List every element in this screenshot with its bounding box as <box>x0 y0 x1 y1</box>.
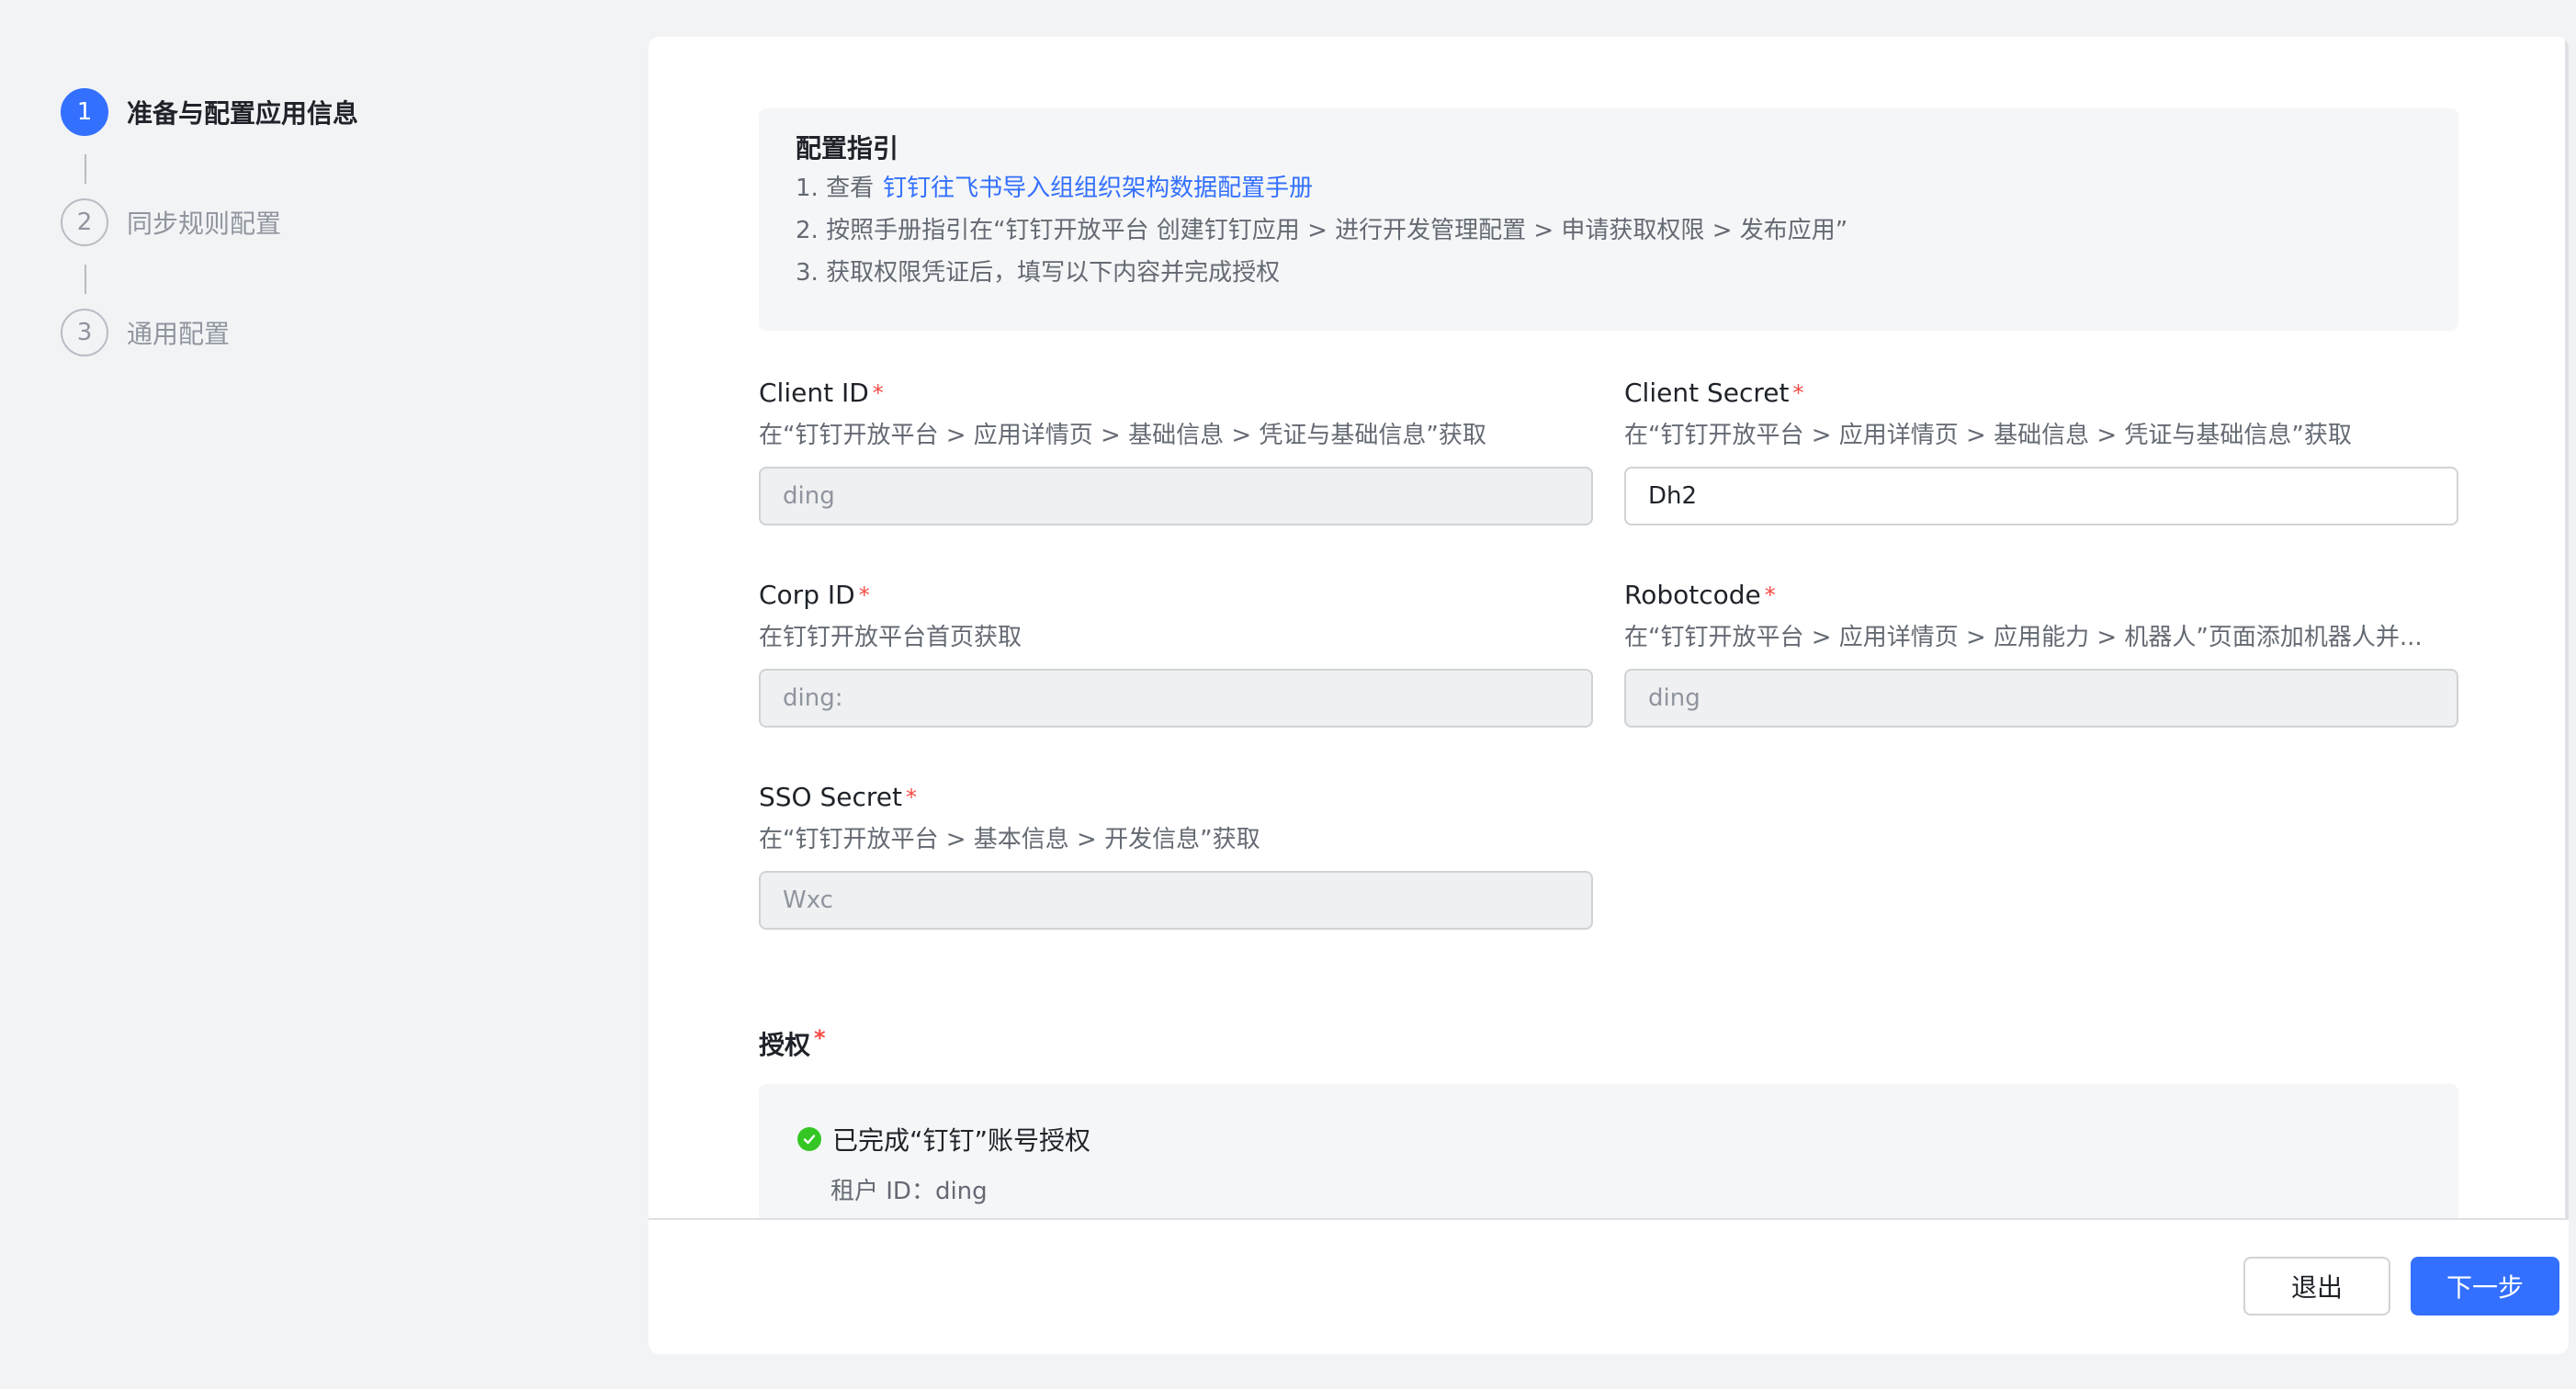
corp-id-input[interactable] <box>759 669 1593 728</box>
step-connector <box>85 154 86 184</box>
step-2-number: 2 <box>61 198 108 246</box>
auth-status: 已完成“钉钉”账号授权 <box>797 1121 1090 1158</box>
guide-manual-link[interactable]: 钉钉往飞书导入组组织架构数据配置手册 <box>883 175 1313 202</box>
client-id-field: Client ID * 在“钉钉开放平台 > 应用详情页 > 基础信息 > 凭证与… <box>759 375 1593 525</box>
sso-secret-input[interactable] <box>759 871 1593 930</box>
required-mark: * <box>905 785 917 810</box>
auth-label: 授权 * <box>759 1025 826 1062</box>
guide-item-3: 3. 获取权限凭证后，填写以下内容并完成授权 <box>796 259 1281 287</box>
config-guide: 配置指引 1. 查看 钉钉往飞书导入组组织架构数据配置手册 2. 按照手册指引在“… <box>759 108 2458 331</box>
guide-item-2: 2. 按照手册指引在“钉钉开放平台 创建钉钉应用 > 进行开发管理配置 > 申请… <box>796 217 1848 244</box>
robotcode-help: 在“钉钉开放平台 > 应用详情页 > 应用能力 > 机器人”页面添加机器人并..… <box>1624 624 2423 651</box>
client-id-label-text: Client ID <box>759 378 869 408</box>
client-secret-input[interactable] <box>1624 467 2458 525</box>
auth-status-text: 已完成“钉钉”账号授权 <box>832 1125 1091 1156</box>
client-secret-field: Client Secret * 在“钉钉开放平台 > 应用详情页 > 基础信息 >… <box>1624 375 2458 525</box>
sso-secret-label-text: SSO Secret <box>759 782 902 812</box>
robotcode-label-text: Robotcode <box>1624 580 1761 610</box>
required-mark: * <box>1792 380 1804 406</box>
config-panel: 配置指引 1. 查看 钉钉往飞书导入组组织架构数据配置手册 2. 按照手册指引在“… <box>649 37 2569 1354</box>
step-3-label: 通用配置 <box>127 319 231 349</box>
sso-secret-field: SSO Secret * 在“钉钉开放平台 > 基本信息 > 开发信息”获取 <box>759 779 1593 930</box>
auth-label-text: 授权 <box>759 1030 811 1060</box>
tenant-id: 租户 ID：ding <box>830 1178 988 1205</box>
step-2[interactable]: 2 同步规则配置 <box>61 198 281 246</box>
step-2-label: 同步规则配置 <box>127 209 282 239</box>
check-circle-icon <box>797 1127 821 1151</box>
guide-title: 配置指引 <box>796 133 899 164</box>
required-mark: * <box>858 582 870 608</box>
client-id-help: 在“钉钉开放平台 > 应用详情页 > 基础信息 > 凭证与基础信息”获取 <box>759 422 1486 449</box>
client-id-input[interactable] <box>759 467 1593 525</box>
step-3-number: 3 <box>61 309 108 356</box>
step-connector <box>85 265 86 294</box>
guide-item-1-text: 1. 查看 <box>796 175 875 202</box>
auth-box: 已完成“钉钉”账号授权 租户 ID：ding <box>759 1084 2458 1220</box>
sso-secret-label: SSO Secret * <box>759 779 1593 816</box>
corp-id-field: Corp ID * 在钉钉开放平台首页获取 <box>759 577 1593 728</box>
robotcode-input[interactable] <box>1624 669 2458 728</box>
scrollbar[interactable] <box>2565 37 2569 1220</box>
footer-bar: 退出 下一步 <box>649 1218 2569 1354</box>
step-3[interactable]: 3 通用配置 <box>61 309 230 356</box>
next-step-button[interactable]: 下一步 <box>2411 1257 2559 1316</box>
step-1-number: 1 <box>61 88 108 136</box>
client-secret-help: 在“钉钉开放平台 > 应用详情页 > 基础信息 > 凭证与基础信息”获取 <box>1624 422 2352 449</box>
guide-item-1: 1. 查看 钉钉往飞书导入组组织架构数据配置手册 <box>796 167 2422 209</box>
corp-id-label-text: Corp ID <box>759 580 855 610</box>
robotcode-field: Robotcode * 在“钉钉开放平台 > 应用详情页 > 应用能力 > 机器人… <box>1624 577 2458 728</box>
corp-id-label: Corp ID * <box>759 577 1593 614</box>
required-mark: * <box>814 1025 826 1051</box>
required-mark: * <box>872 380 884 406</box>
form-scroll-area: 配置指引 1. 查看 钉钉往飞书导入组组织架构数据配置手册 2. 按照手册指引在“… <box>649 37 2569 1220</box>
step-1[interactable]: 1 准备与配置应用信息 <box>61 88 358 136</box>
exit-button[interactable]: 退出 <box>2243 1257 2390 1316</box>
sso-secret-help: 在“钉钉开放平台 > 基本信息 > 开发信息”获取 <box>759 826 1260 853</box>
client-secret-label: Client Secret * <box>1624 375 2458 412</box>
step-1-label: 准备与配置应用信息 <box>127 98 359 129</box>
client-id-label: Client ID * <box>759 375 1593 412</box>
corp-id-help: 在钉钉开放平台首页获取 <box>759 624 1022 651</box>
required-mark: * <box>1764 582 1776 608</box>
client-secret-label-text: Client Secret <box>1624 378 1790 408</box>
robotcode-label: Robotcode * <box>1624 577 2458 614</box>
